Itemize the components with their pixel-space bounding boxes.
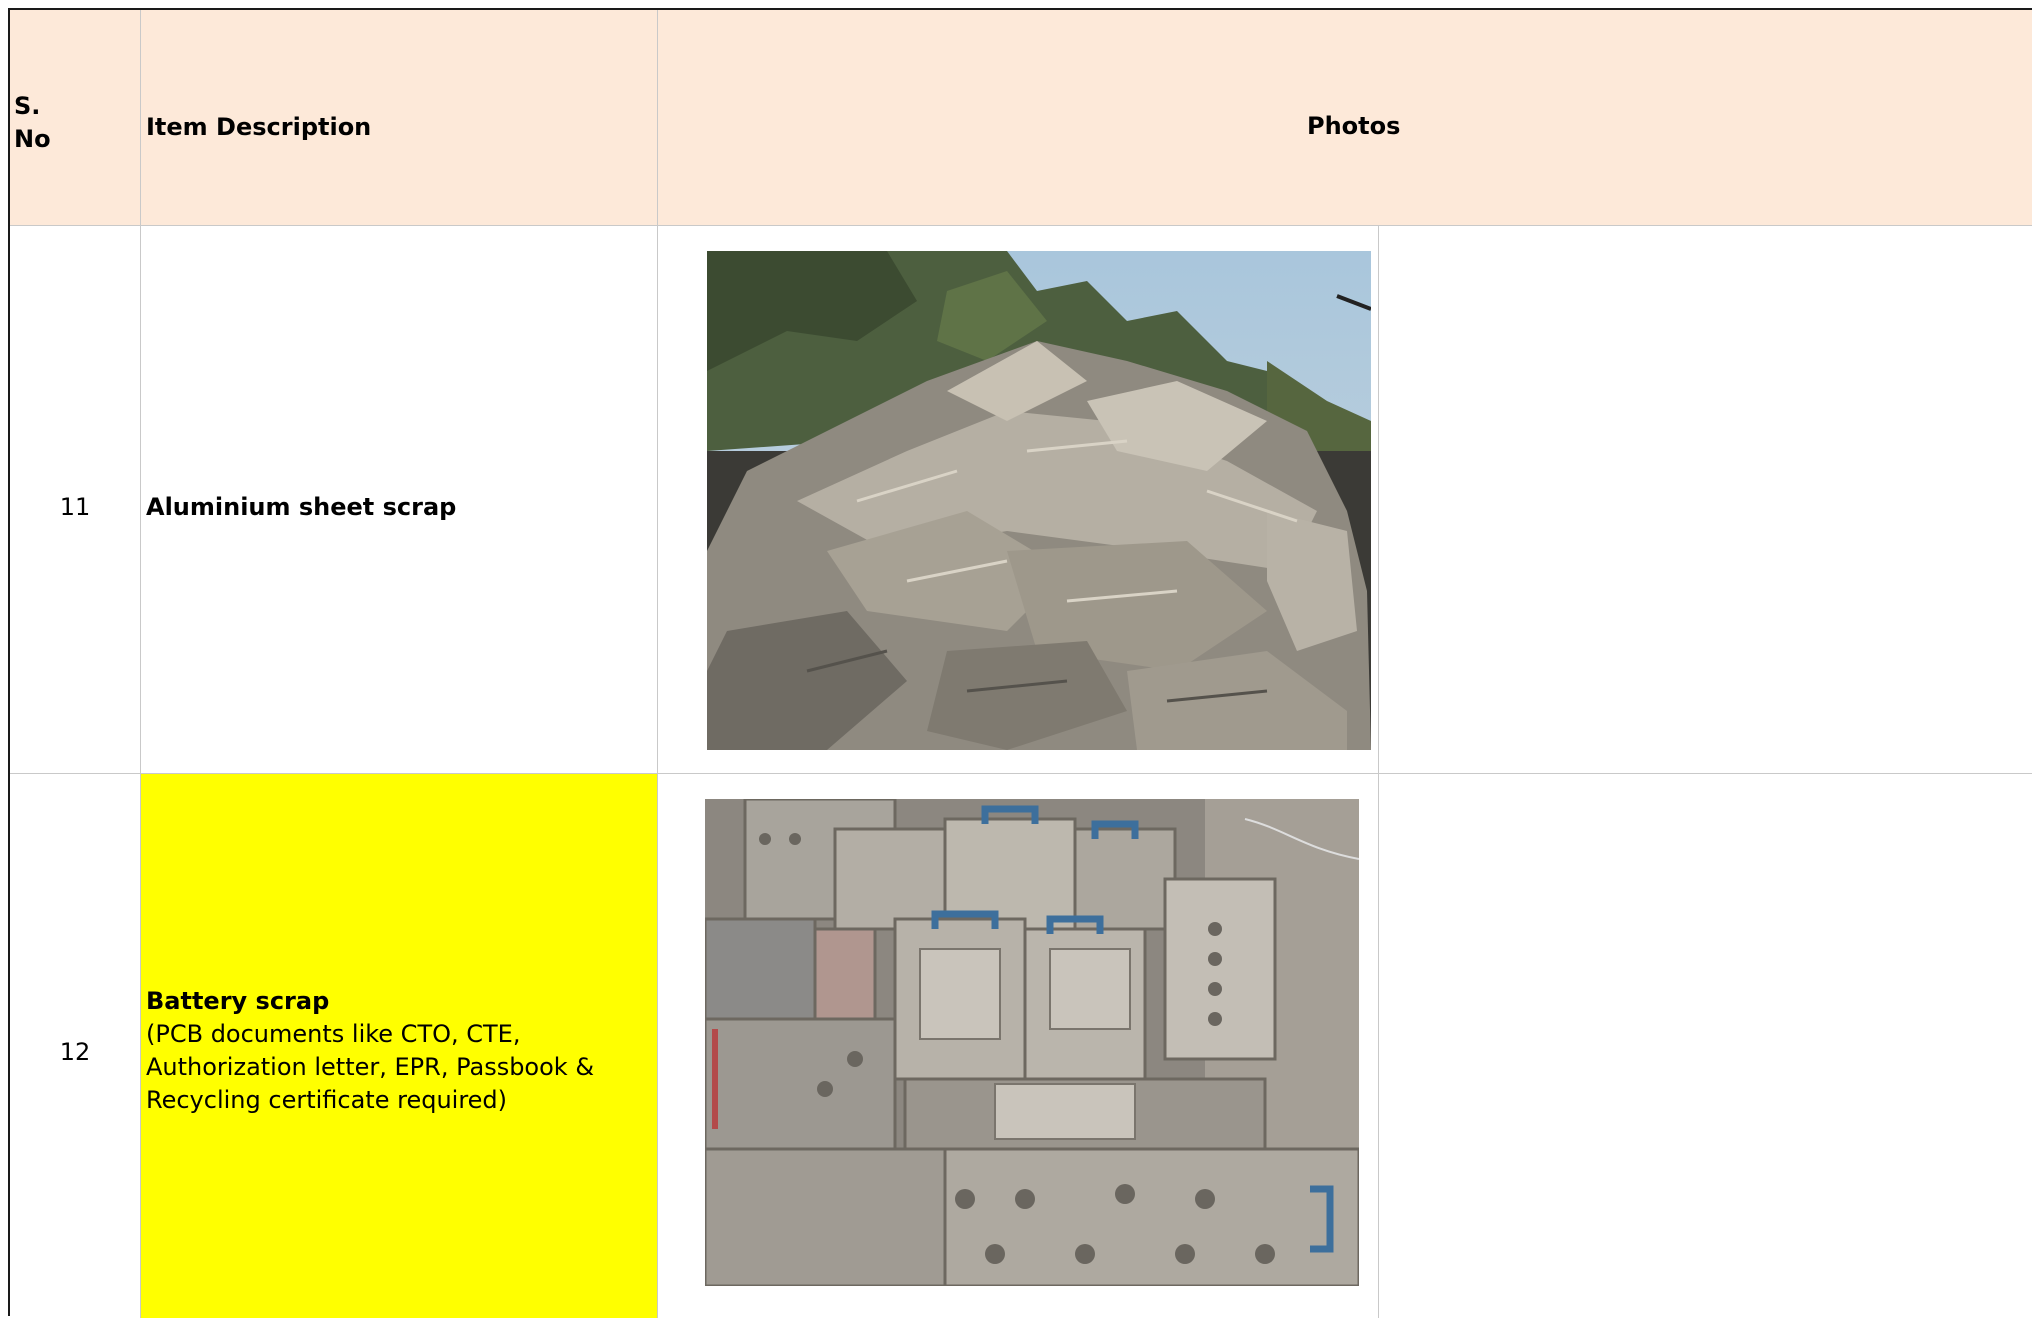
- column-divider-photo: [1378, 226, 1379, 1318]
- header-sno: S. No: [14, 92, 51, 153]
- header-photos: Photos: [1307, 112, 1401, 140]
- row-12-detail-line: Authorization letter, EPR, Passbook &: [146, 1053, 595, 1081]
- aluminium-scrap-photo: [707, 251, 1371, 750]
- row-12-detail-line: (PCB documents like CTO, CTE,: [146, 1020, 521, 1048]
- row-11-sno: 11: [59, 493, 91, 521]
- battery-scrap-photo: [705, 799, 1359, 1286]
- scrap-items-table: S. No Item Description Photos 11 Alumini…: [8, 8, 2032, 1318]
- header-item-description: Item Description: [146, 113, 372, 141]
- column-divider-description: [657, 10, 658, 1318]
- row-divider: [10, 773, 2032, 774]
- row-12-sno: 12: [59, 1038, 91, 1066]
- row-12-description: Battery scrap (PCB documents like CTO, C…: [146, 985, 594, 1117]
- row-12-title: Battery scrap: [146, 987, 330, 1015]
- column-divider-sno: [140, 10, 141, 1318]
- row-11-title: Aluminium sheet scrap: [146, 493, 457, 521]
- row-12-detail-line: Recycling certificate required): [146, 1086, 508, 1114]
